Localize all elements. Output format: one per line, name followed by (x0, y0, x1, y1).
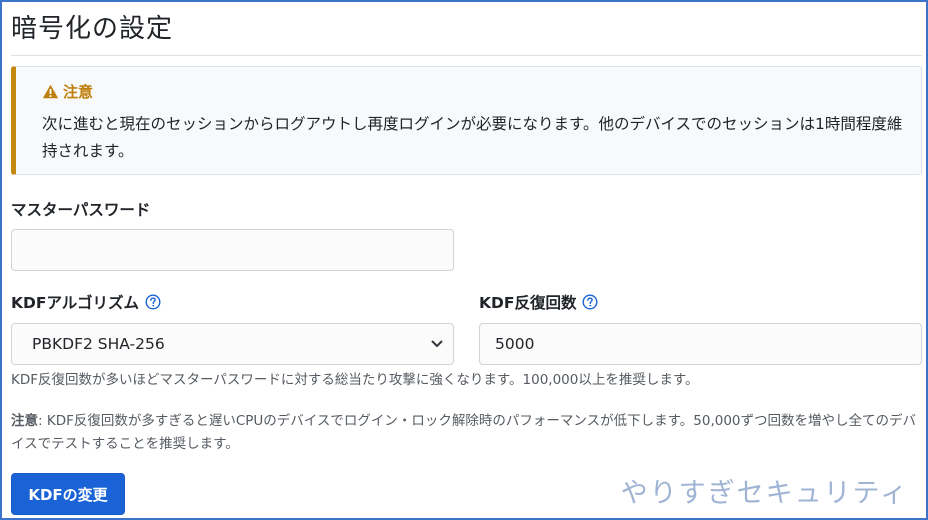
kdf-algorithm-label-text: KDFアルゴリズム (11, 294, 140, 312)
master-password-label: マスターパスワード (11, 198, 150, 220)
kdf-performance-note: 注意: KDF反復回数が多すぎると遅いCPUのデバイスでログイン・ロック解除時の… (11, 410, 916, 456)
kdf-iterations-input[interactable]: 5000 (479, 323, 922, 365)
kdf-iterations-label-text: KDF反復回数 (479, 294, 577, 312)
kdf-iterations-label: KDF反復回数 (479, 291, 598, 313)
callout-heading: 注意 (42, 81, 93, 102)
callout-heading-text: 注意 (63, 83, 94, 101)
page-title: 暗号化の設定 (11, 14, 174, 44)
kdf-algorithm-selected: PBKDF2 SHA-256 (32, 335, 165, 353)
title-divider (11, 55, 922, 56)
note-label: 注意 (11, 413, 38, 429)
change-kdf-button[interactable]: KDFの変更 (11, 473, 125, 515)
settings-panel: 暗号化の設定 注意 次に進むと現在のセッションからログアウトし再度ログインが必要… (0, 0, 928, 520)
watermark-text: やりすぎセキュリティ (620, 478, 909, 509)
note-text: : KDF反復回数が多すぎると遅いCPUのデバイスでログイン・ロック解除時のパフ… (11, 413, 917, 452)
kdf-algorithm-select[interactable]: PBKDF2 SHA-256 (11, 323, 454, 365)
master-password-input[interactable] (11, 229, 454, 271)
question-circle-icon[interactable] (582, 294, 598, 310)
callout-body: 次に進むと現在のセッションからログアウトし再度ログインが必要になります。他のデバ… (42, 115, 903, 160)
question-circle-icon[interactable] (145, 294, 161, 310)
master-password-label-text: マスターパスワード (11, 201, 151, 219)
warning-callout: 注意 次に進むと現在のセッションからログアウトし再度ログインが必要になります。他… (11, 66, 922, 175)
kdf-algorithm-label: KDFアルゴリズム (11, 291, 161, 313)
chevron-down-icon (431, 340, 443, 347)
kdf-iterations-value: 5000 (495, 335, 535, 353)
warning-triangle-icon (42, 84, 59, 99)
kdf-iterations-hint: KDF反復回数が多いほどマスターパスワードに対する総当たり攻撃に強くなります。1… (11, 372, 699, 388)
